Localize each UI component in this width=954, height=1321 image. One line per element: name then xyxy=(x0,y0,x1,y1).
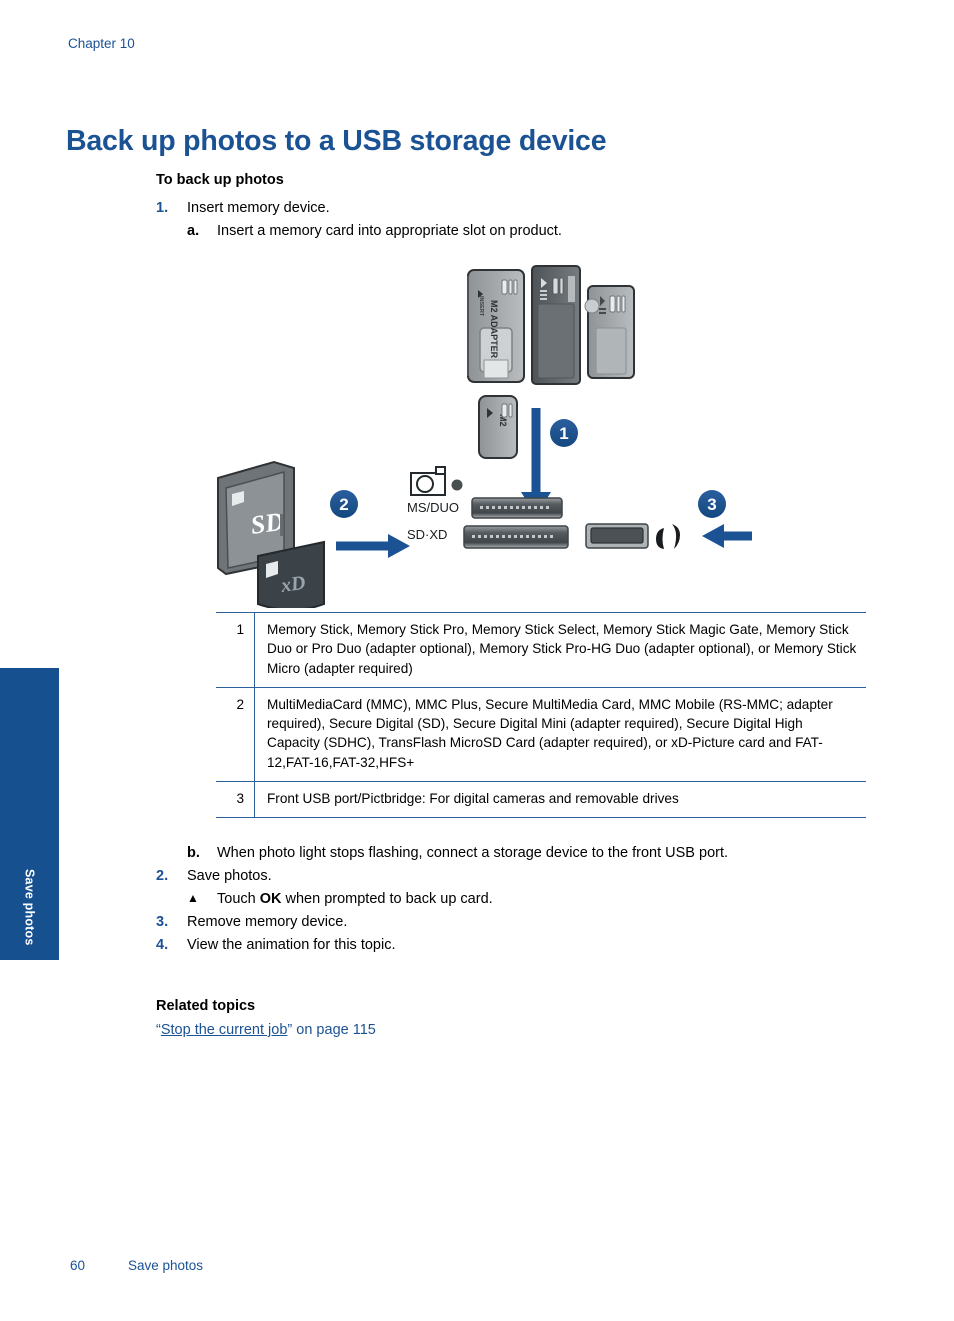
step-2-text: Save photos. xyxy=(187,868,272,885)
table-row-description: Front USB port/Pictbridge: For digital c… xyxy=(267,791,679,807)
callout-1-badge: 1 xyxy=(550,419,578,447)
touch-suffix: when prompted to back up card. xyxy=(281,891,493,908)
substep-b: b. When photo light stops flashing, conn… xyxy=(187,843,876,864)
callout-1-label: 1 xyxy=(559,424,568,443)
step-3: 3. Remove memory device. xyxy=(156,912,876,933)
side-tab-label: Save photos xyxy=(22,869,37,946)
footer-section: Save photos xyxy=(128,1258,204,1273)
procedure-heading: To back up photos xyxy=(156,172,284,188)
substep-b-marker: b. xyxy=(187,845,200,861)
usb-port xyxy=(585,523,649,549)
card-memory-stick-duo xyxy=(584,285,635,379)
related-topic-page: on page 115 xyxy=(292,1022,376,1038)
step-4-number: 4. xyxy=(156,937,169,954)
slot-sd-xd xyxy=(463,525,569,549)
slot-label-sd-xd: SD·XD xyxy=(407,527,447,542)
touch-prefix: Touch xyxy=(217,891,260,908)
label-m2-insert: INSERT xyxy=(478,296,484,317)
procedure-upper: To back up photos 1. Insert memory devic… xyxy=(156,172,868,244)
memory-card-slots-diagram: M2 ADAPTER INSERT M2 1 SD xD 2 MS/DUO SD… xyxy=(196,256,756,611)
table-row: 1 Memory Stick, Memory Stick Pro, Memory… xyxy=(216,612,866,688)
footer-page-number: 60 xyxy=(70,1258,86,1273)
triangle-bullet-icon: ▲ xyxy=(187,891,199,906)
step-2-number: 2. xyxy=(156,868,169,885)
table-row: 2 MultiMediaCard (MMC), MMC Plus, Secure… xyxy=(216,687,866,782)
callout-3-arrow xyxy=(702,524,752,548)
card-m2-micro: M2 xyxy=(478,395,518,459)
step-2: 2. Save photos. xyxy=(156,866,876,887)
step-3-text: Remove memory device. xyxy=(187,914,348,931)
related-topics-heading: Related topics xyxy=(156,998,256,1014)
table-row-index: 2 xyxy=(216,687,255,782)
substep-touch-ok-text: Touch OK when prompted to back up card. xyxy=(217,889,876,910)
step-4-text: View the animation for this topic. xyxy=(187,937,396,954)
substep-a: a. Insert a memory card into appropriate… xyxy=(187,221,868,242)
substep-b-text: When photo light stops flashing, connect… xyxy=(217,845,729,861)
pictbridge-icon xyxy=(656,524,680,549)
related-topics-line: “Stop the current job” on page 115 xyxy=(156,1022,656,1038)
table-row-index: 1 xyxy=(216,612,255,688)
table-row-description: MultiMediaCard (MMC), MMC Plus, Secure M… xyxy=(267,696,833,770)
table-row: 3 Front USB port/Pictbridge: For digital… xyxy=(216,781,866,818)
callout-3-label: 3 xyxy=(707,495,716,514)
related-topics: Related topics “Stop the current job” on… xyxy=(156,998,656,1038)
photo-light-led-icon xyxy=(451,479,463,491)
table-row-index: 3 xyxy=(216,781,255,818)
page-title: Back up photos to a USB storage device xyxy=(66,125,607,158)
ok-button-name: OK xyxy=(259,891,282,908)
step-1-number: 1. xyxy=(156,200,169,216)
label-m2-adapter: M2 ADAPTER xyxy=(489,300,499,359)
callout-2-badge: 2 xyxy=(330,490,358,518)
step-1-text: Insert memory device. xyxy=(187,200,330,216)
step-1: 1. Insert memory device. xyxy=(156,198,868,219)
table-row-description: Memory Stick, Memory Stick Pro, Memory S… xyxy=(267,622,857,676)
card-compatibility-table: 1 Memory Stick, Memory Stick Pro, Memory… xyxy=(216,612,866,818)
callout-2-arrow xyxy=(336,534,410,558)
label-xd: xD xyxy=(279,572,307,597)
substep-a-text: Insert a memory card into appropriate sl… xyxy=(217,223,562,240)
slot-label-ms-duo: MS/DUO xyxy=(407,500,459,515)
related-topic-link[interactable]: Stop the current job xyxy=(161,1022,288,1038)
procedure-lower: b. When photo light stops flashing, conn… xyxy=(156,843,876,958)
section-side-tab: Save photos xyxy=(0,668,59,960)
callout-2-label: 2 xyxy=(339,495,348,514)
camera-icon xyxy=(410,466,446,496)
slot-ms-duo xyxy=(471,497,563,519)
card-m2-adapter: M2 ADAPTER INSERT xyxy=(467,269,525,383)
substep-a-marker: a. xyxy=(187,223,200,240)
step-4: 4. View the animation for this topic. xyxy=(156,935,876,956)
card-memory-stick xyxy=(531,265,581,385)
substep-touch-ok: ▲ Touch OK when prompted to back up card… xyxy=(187,889,876,910)
step-3-number: 3. xyxy=(156,914,169,931)
callout-3-badge: 3 xyxy=(698,490,726,518)
page-footer: 60 Save photos xyxy=(70,1258,203,1273)
chapter-label: Chapter 10 xyxy=(68,36,135,51)
